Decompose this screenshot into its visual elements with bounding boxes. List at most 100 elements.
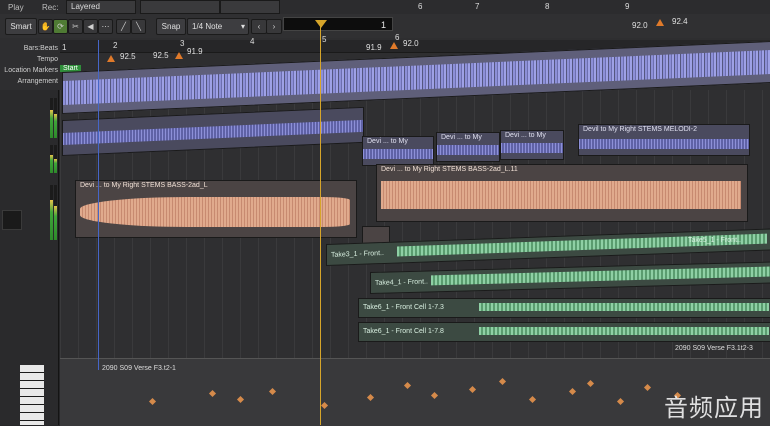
midi-note[interactable] <box>268 387 277 396</box>
take-b-label: Take5_1 - Front.. <box>688 237 741 244</box>
midi-clip-1-name: 2090 S09 Verse F3.t2-1 <box>102 365 176 372</box>
midi-note[interactable] <box>468 385 477 394</box>
upper-bar-6: 6 <box>418 2 423 11</box>
grab-hand-icon[interactable]: ✋ <box>38 19 53 34</box>
waveform <box>63 119 363 145</box>
tempo-label: Tempo <box>36 56 58 63</box>
watermark-logo: 音频应用 <box>664 394 764 422</box>
clip-name: Take3_1 - Front.. <box>331 249 384 259</box>
waveform <box>501 143 563 153</box>
waveform <box>80 197 350 227</box>
audio-clip-keys-1[interactable]: Devi ... to My <box>362 136 434 166</box>
waveform <box>479 327 769 335</box>
tempo-marker-icon[interactable] <box>175 52 183 59</box>
clip-name: Devi ... to My <box>367 138 408 145</box>
midi-note[interactable] <box>616 397 625 406</box>
audio-clip-take-d[interactable]: Take6_1 - Front Cell 1-7.3 <box>358 298 770 318</box>
piano-keyboard[interactable] <box>20 365 44 425</box>
rec-mode-dropdown[interactable]: Layered <box>66 0 136 14</box>
edit-cursor-line <box>98 40 99 370</box>
audio-clip-keys-4[interactable]: Devil to My Right STEMS MELODI-2 <box>578 124 750 156</box>
position-counter[interactable]: 1 <box>283 17 393 31</box>
midi-note[interactable] <box>528 395 537 404</box>
bar-2: 2 <box>113 41 118 50</box>
clip-name: Devil to My Right STEMS MELODI-2 <box>583 126 697 133</box>
clip-name: Devi ... to My <box>505 132 546 139</box>
playhead-handle-icon[interactable] <box>315 20 327 28</box>
play-label: Play <box>8 3 24 12</box>
level-meter <box>50 98 53 138</box>
clip-name: Take6_1 - Front Cell 1-7.3 <box>363 304 444 311</box>
clip-name: Devi ... to My <box>441 134 482 141</box>
bar-6: 6 <box>395 33 400 42</box>
upper-ruler: 6 7 8 9 <box>400 2 770 12</box>
tempo-value-4: 91.9 <box>366 43 382 52</box>
midi-note[interactable] <box>586 379 595 388</box>
upper-bar-8: 8 <box>545 2 550 11</box>
clip-name: Devi ... to My Right STEMS BASS-2ad_L <box>80 182 208 189</box>
clip-name: Take4_1 - Front.. <box>375 278 428 287</box>
midi-note[interactable] <box>403 381 412 390</box>
midi-note[interactable] <box>568 387 577 396</box>
split-icon[interactable]: ⋯ <box>98 19 113 34</box>
speaker-icon[interactable]: ◀ <box>83 19 98 34</box>
bar-5: 5 <box>322 35 327 44</box>
upper-bar-9: 9 <box>625 2 630 11</box>
midi-note[interactable] <box>208 389 217 398</box>
midi-note[interactable] <box>320 401 329 410</box>
snap-button[interactable]: Snap <box>156 18 186 35</box>
midi-note[interactable] <box>643 383 652 392</box>
nudge-right-icon[interactable]: › <box>266 19 282 34</box>
tempo-value-3: 91.9 <box>187 47 203 56</box>
playhead-line[interactable] <box>320 22 321 425</box>
midi-note[interactable] <box>366 393 375 402</box>
waveform <box>479 303 769 311</box>
midi-note[interactable] <box>148 397 157 406</box>
audio-clip-bass-1[interactable]: Devi ... to My Right STEMS BASS-2ad_L <box>75 180 357 238</box>
level-meter <box>54 98 57 138</box>
level-meter <box>54 145 57 173</box>
track-fader-icon[interactable] <box>2 210 22 230</box>
snap-value-dropdown[interactable]: 1/4 Note ▾ <box>187 18 249 35</box>
audio-clip-bass-2[interactable]: Devi ... to My Right STEMS BASS-2ad_L.11 <box>376 164 748 222</box>
secondary-dropdown[interactable] <box>220 0 280 14</box>
snap-value-text: 1/4 Note <box>192 22 223 31</box>
level-meter <box>54 185 57 240</box>
bar-3: 3 <box>180 39 185 48</box>
midi-note[interactable] <box>236 395 245 404</box>
waveform <box>363 149 433 159</box>
tempo-value-2: 92.5 <box>153 51 169 60</box>
midi-clip-2-name: 2090 S09 Verse F3.1t2-3 <box>675 345 753 352</box>
level-meter <box>50 185 53 240</box>
bar-1: 1 <box>62 43 67 52</box>
tempo-value-1: 92.5 <box>120 52 136 61</box>
audio-clip-keys-3[interactable]: Devi ... to My <box>500 130 564 160</box>
tempo-value-6: 92.0 <box>632 21 648 30</box>
upper-bar-7: 7 <box>475 2 480 11</box>
tempo-value-7: 92.4 <box>672 17 688 26</box>
tempo-value-5: 92.0 <box>403 39 419 48</box>
location-markers-label: Location Markers <box>4 67 58 74</box>
tempo-marker-icon[interactable] <box>656 19 664 26</box>
bars-beats-label: Bars:Beats <box>23 45 58 52</box>
chevron-down-icon: ▾ <box>240 22 245 31</box>
scissors-icon[interactable]: ✂ <box>68 19 83 34</box>
line-tool-icon[interactable]: ╲ <box>131 19 146 34</box>
midi-note[interactable] <box>430 391 439 400</box>
waveform <box>437 145 499 155</box>
counter-mode-dropdown[interactable] <box>140 0 220 14</box>
tempo-marker-icon[interactable] <box>390 42 398 49</box>
midi-note[interactable] <box>498 377 507 386</box>
pencil-icon[interactable]: ╱ <box>116 19 131 34</box>
nudge-left-icon[interactable]: ‹ <box>251 19 267 34</box>
waveform <box>381 181 741 209</box>
bar-4: 4 <box>250 37 255 46</box>
audio-clip-keys-2[interactable]: Devi ... to My <box>436 132 500 162</box>
audio-clip-take-e[interactable]: Take6_1 - Front Cell 1-7.8 <box>358 322 770 342</box>
tempo-marker-icon[interactable] <box>107 55 115 62</box>
smart-tool-button[interactable]: Smart <box>5 18 37 35</box>
arrangement-label: Arrangement <box>17 78 58 85</box>
waveform <box>431 266 770 286</box>
loop-icon[interactable]: ⟳ <box>53 19 68 34</box>
clip-name: Devi ... to My Right STEMS BASS-2ad_L.11 <box>381 166 518 173</box>
